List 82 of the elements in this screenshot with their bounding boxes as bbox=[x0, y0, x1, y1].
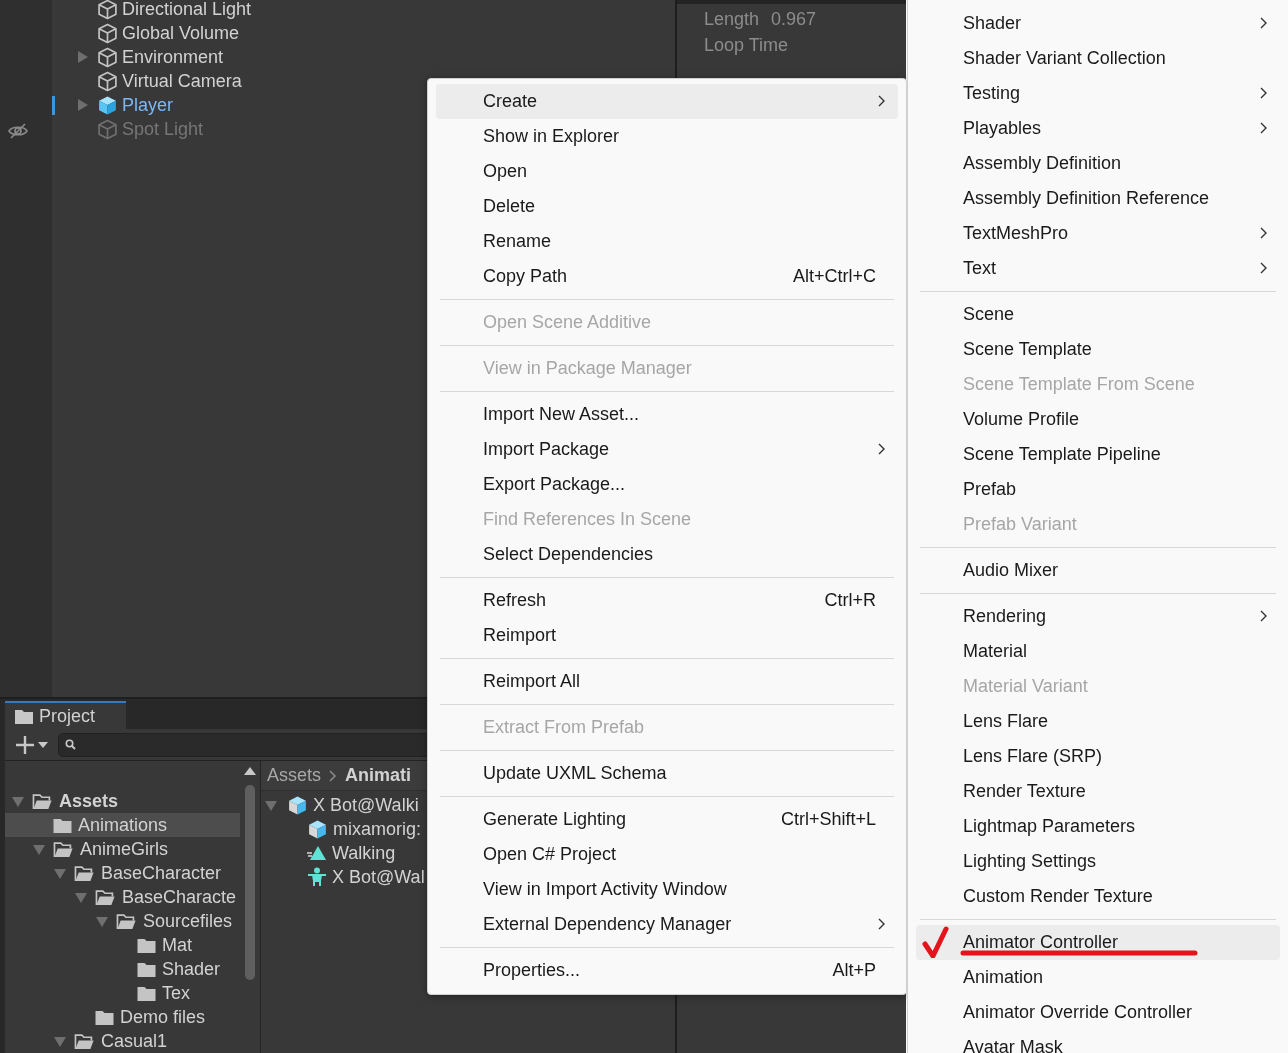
menu-item[interactable]: Custom Render Texture bbox=[916, 879, 1280, 914]
open-folder-icon bbox=[32, 792, 53, 810]
clip-icon bbox=[307, 844, 327, 862]
menu-item[interactable]: Scene bbox=[916, 297, 1280, 332]
menu-item[interactable]: Assembly Definition bbox=[916, 146, 1280, 181]
folder-icon bbox=[137, 961, 156, 977]
menu-item[interactable]: Refresh Ctrl+R bbox=[436, 583, 898, 618]
menu-item[interactable]: Scene Template Pipeline bbox=[916, 437, 1280, 472]
menu-item[interactable]: Create bbox=[436, 84, 898, 119]
folder-label[interactable]: Assets bbox=[59, 787, 119, 815]
menu-item[interactable]: Text bbox=[916, 251, 1280, 286]
cube-icon bbox=[97, 46, 118, 68]
open-folder-icon bbox=[116, 912, 137, 930]
open-folder-icon bbox=[95, 888, 116, 906]
model-icon bbox=[287, 794, 308, 816]
menu-item[interactable]: Animator Controller bbox=[916, 925, 1280, 960]
menu-item[interactable]: Show in Explorer bbox=[436, 119, 898, 154]
menu-item[interactable]: Select Dependencies bbox=[436, 537, 898, 572]
menu-item[interactable]: Reimport bbox=[436, 618, 898, 653]
folder-icon bbox=[15, 708, 33, 724]
open-folder-icon bbox=[74, 1032, 95, 1050]
folder-icon bbox=[95, 1009, 114, 1025]
menu-item[interactable]: Delete bbox=[436, 189, 898, 224]
menu-item[interactable]: Animator Override Controller bbox=[916, 995, 1280, 1030]
breadcrumb-item[interactable]: Assets bbox=[267, 762, 322, 789]
cube-icon bbox=[97, 70, 118, 92]
plus-icon bbox=[15, 734, 35, 755]
menu-item[interactable]: Update UXML Schema bbox=[436, 756, 898, 791]
menu-item[interactable]: Generate Lighting Ctrl+Shift+L bbox=[436, 802, 898, 837]
menu-item[interactable]: Rename bbox=[436, 224, 898, 259]
menu-item[interactable]: Lens Flare (SRP) bbox=[916, 739, 1280, 774]
search-icon bbox=[65, 739, 76, 750]
open-folder-icon bbox=[53, 840, 74, 858]
menu-item[interactable]: Audio Mixer bbox=[916, 553, 1280, 588]
avatar-icon bbox=[307, 867, 327, 887]
add-button[interactable] bbox=[15, 734, 48, 755]
caret-icon bbox=[38, 741, 48, 748]
cube-icon bbox=[97, 118, 118, 140]
menu-item[interactable]: Volume Profile bbox=[916, 402, 1280, 437]
breadcrumb-item[interactable]: Animati bbox=[345, 762, 412, 789]
menu-item[interactable]: View in Import Activity Window bbox=[436, 872, 898, 907]
cube-icon bbox=[97, 0, 118, 20]
model-icon bbox=[307, 818, 328, 840]
hidden-eye-icon[interactable] bbox=[7, 122, 29, 140]
field-label: Length bbox=[704, 7, 760, 31]
project-tab[interactable]: Project bbox=[5, 701, 126, 729]
menu-item[interactable]: TextMeshPro bbox=[916, 216, 1280, 251]
menu-item[interactable]: Prefab bbox=[916, 472, 1280, 507]
menu-item[interactable]: Assembly Definition Reference bbox=[916, 181, 1280, 216]
menu-item[interactable]: Properties... Alt+P bbox=[436, 953, 898, 988]
menu-item[interactable]: Lens Flare bbox=[916, 704, 1280, 739]
open-folder-icon bbox=[74, 864, 95, 882]
menu-item[interactable]: Testing bbox=[916, 76, 1280, 111]
menu-item[interactable]: Animation bbox=[916, 960, 1280, 995]
menu-item[interactable]: Shader bbox=[916, 6, 1280, 41]
menu-item[interactable]: Shader Variant Collection bbox=[916, 41, 1280, 76]
chevron-icon bbox=[329, 769, 338, 782]
menu-item[interactable]: Reimport All bbox=[436, 664, 898, 699]
menu-item[interactable]: Material bbox=[916, 634, 1280, 669]
menu-item[interactable]: Export Package... bbox=[436, 467, 898, 502]
menu-item[interactable]: External Dependency Manager bbox=[436, 907, 898, 942]
scroll-up-icon[interactable] bbox=[244, 767, 256, 775]
menu-item[interactable]: Avatar Mask bbox=[916, 1030, 1280, 1053]
menu-item[interactable]: Copy Path Alt+Ctrl+C bbox=[436, 259, 898, 294]
menu-item[interactable]: Scene Template bbox=[916, 332, 1280, 367]
field-label: Loop Time bbox=[704, 33, 789, 57]
menu-item[interactable]: Rendering bbox=[916, 599, 1280, 634]
menu-item[interactable]: Lightmap Parameters bbox=[916, 809, 1280, 844]
folder-icon bbox=[137, 937, 156, 953]
folder-icon bbox=[53, 817, 72, 833]
scrollbar-thumb[interactable] bbox=[245, 785, 255, 980]
cube-icon bbox=[97, 94, 118, 116]
menu-item[interactable]: Open C# Project bbox=[436, 837, 898, 872]
field-value: 0.967 bbox=[771, 7, 817, 31]
cube-icon bbox=[97, 22, 118, 44]
menu-item[interactable]: Lighting Settings bbox=[916, 844, 1280, 879]
folder-icon bbox=[137, 985, 156, 1001]
menu-item[interactable]: Render Texture bbox=[916, 774, 1280, 809]
menu-item[interactable]: Import Package bbox=[436, 432, 898, 467]
menu-item[interactable]: Import New Asset... bbox=[436, 397, 898, 432]
menu-item[interactable]: Open bbox=[436, 154, 898, 189]
menu-item[interactable]: Playables bbox=[916, 111, 1280, 146]
